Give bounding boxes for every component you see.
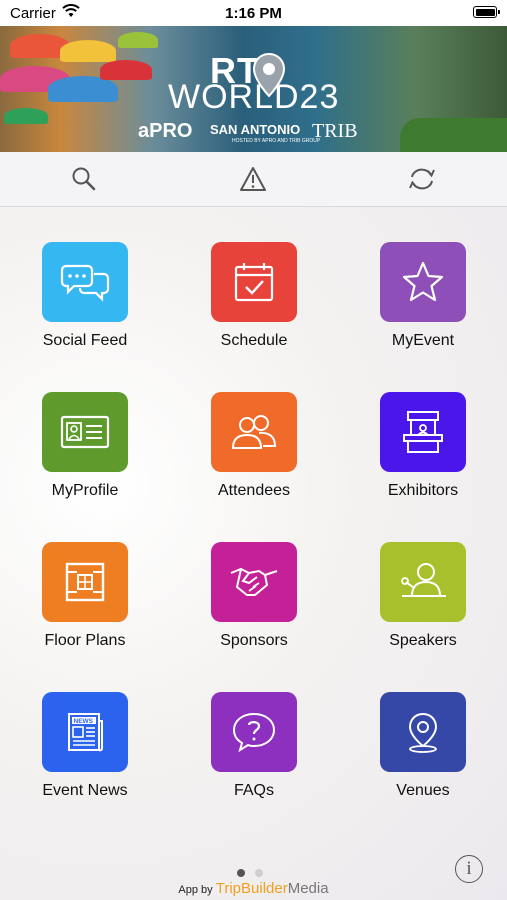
tile-myprofile[interactable]: MyProfile — [10, 392, 160, 500]
home-grid: Social Feed Schedule MyEvent MyProfile A… — [0, 207, 507, 900]
page-dot-active[interactable] — [237, 869, 245, 877]
tile-venues[interactable]: Venues — [348, 692, 498, 800]
tile-label: Event News — [42, 782, 128, 799]
chat-bubbles-icon — [42, 242, 128, 322]
tile-speakers[interactable]: Speakers — [348, 542, 498, 650]
tile-exhibitors[interactable]: Exhibitors — [348, 392, 498, 500]
tile-label: Floor Plans — [44, 632, 126, 649]
tile-faqs[interactable]: FAQs — [179, 692, 329, 800]
calendar-check-icon — [211, 242, 297, 322]
tile-attendees[interactable]: Attendees — [179, 392, 329, 500]
question-bubble-icon — [211, 692, 297, 772]
tile-label: Speakers — [389, 632, 457, 649]
logo-san-antonio-subtitle: HOSTED BY APRO AND TRIB GROUP — [232, 138, 321, 144]
warning-icon[interactable] — [238, 164, 268, 194]
footer-credit: App by TripBuilderMedia — [0, 880, 507, 897]
toolbar — [0, 152, 507, 207]
booth-icon — [380, 392, 466, 472]
people-icon — [211, 392, 297, 472]
footer-prefix: App by — [178, 884, 213, 896]
handshake-icon — [211, 542, 297, 622]
logo-san-antonio: SAN ANTONIO — [210, 122, 301, 137]
map-pin-icon — [380, 692, 466, 772]
tile-sponsors[interactable]: Sponsors — [179, 542, 329, 650]
tile-schedule[interactable]: Schedule — [179, 242, 329, 350]
tile-label: MyProfile — [51, 482, 119, 499]
logo-apro: aPRO — [138, 120, 193, 142]
logo-trib: TRIB — [312, 120, 358, 142]
id-card-icon — [42, 392, 128, 472]
tile-label: Schedule — [220, 332, 288, 349]
tile-myevent[interactable]: MyEvent — [348, 242, 498, 350]
brand-tripbuilder: TripBuilder — [215, 880, 288, 897]
refresh-icon[interactable] — [407, 164, 437, 194]
tile-label: MyEvent — [391, 332, 455, 349]
speaker-icon — [380, 542, 466, 622]
page-dot-inactive[interactable] — [255, 869, 263, 877]
battery-icon — [473, 6, 500, 18]
svg-text:NEWS: NEWS — [74, 718, 94, 725]
tile-label: Exhibitors — [387, 482, 459, 499]
tile-social-feed[interactable]: Social Feed — [10, 242, 160, 350]
star-icon — [380, 242, 466, 322]
tile-label: Attendees — [217, 482, 291, 499]
tile-event-news[interactable]: NEWS Event News — [10, 692, 160, 800]
trees-decoration — [400, 118, 507, 152]
event-banner: RT WORLD23 aPRO SAN ANTONIO HOSTED BY AP… — [0, 26, 507, 152]
status-bar: Carrier 1:16 PM — [0, 0, 507, 26]
tile-label: Venues — [396, 782, 450, 799]
tile-floor-plans[interactable]: Floor Plans — [10, 542, 160, 650]
tile-label: FAQs — [233, 782, 274, 799]
floor-plan-icon — [42, 542, 128, 622]
banner-title-world: WORLD23 — [168, 78, 340, 116]
info-button[interactable]: i — [455, 855, 483, 883]
newspaper-icon: NEWS — [42, 692, 128, 772]
search-icon[interactable] — [69, 164, 99, 194]
status-time: 1:16 PM — [225, 5, 282, 22]
brand-media: Media — [287, 880, 329, 897]
tile-label: Social Feed — [42, 332, 128, 349]
tile-label: Sponsors — [220, 632, 288, 649]
